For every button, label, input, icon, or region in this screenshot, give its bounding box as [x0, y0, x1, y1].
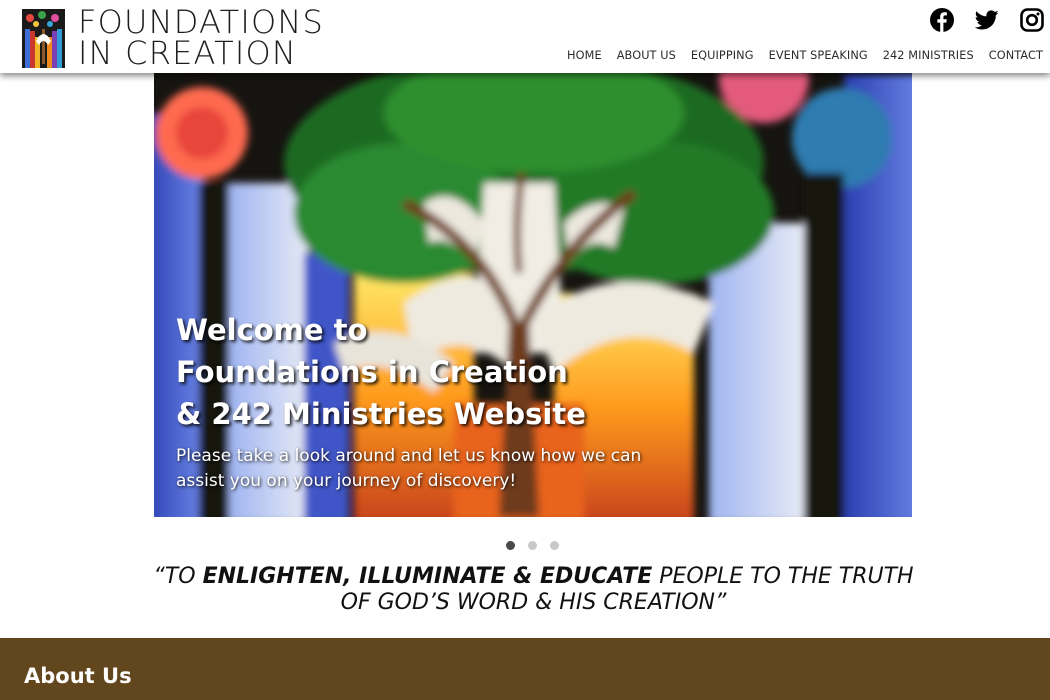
- site-header: FOUNDATIONS IN CREATION HOME ABOUT US EQ…: [0, 0, 1050, 73]
- slogan-part-2: PEOPLE TO THE TRUTH: [652, 564, 914, 589]
- nav-event-speaking[interactable]: EVENT SPEAKING: [769, 49, 868, 62]
- hero-title-line-1: Welcome to: [176, 313, 368, 347]
- twitter-icon: [975, 10, 999, 30]
- carousel-dot-2[interactable]: [528, 541, 537, 550]
- logo-line-2: IN CREATION: [78, 34, 298, 72]
- hero-title-line-3: & 242 Ministries Website: [176, 397, 586, 431]
- nav-home[interactable]: HOME: [567, 49, 602, 62]
- hero-title: Welcome to Foundations in Creation & 242…: [176, 309, 586, 435]
- logo-link[interactable]: FOUNDATIONS IN CREATION: [22, 6, 324, 72]
- carousel-indicators: [506, 541, 572, 550]
- facebook-icon: [930, 8, 954, 32]
- carousel-dot-1[interactable]: [506, 541, 515, 550]
- instagram-link[interactable]: [1020, 8, 1044, 32]
- social-links: [909, 8, 1044, 32]
- main-nav: HOME ABOUT US EQUIPPING EVENT SPEAKING 2…: [552, 49, 1043, 62]
- twitter-link[interactable]: [975, 8, 999, 32]
- nav-equipping[interactable]: EQUIPPING: [691, 49, 754, 62]
- logo-text: FOUNDATIONS IN CREATION: [78, 6, 324, 72]
- about-section: About Us: [0, 638, 1050, 700]
- hero-subtitle: Please take a look around and let us kno…: [176, 446, 642, 491]
- nav-contact[interactable]: CONTACT: [989, 49, 1043, 62]
- carousel-dot-3[interactable]: [550, 541, 559, 550]
- nav-242-ministries[interactable]: 242 MINISTRIES: [883, 49, 974, 62]
- slogan-emphasis: ENLIGHTEN, ILLUMINATE & EDUCATE: [202, 564, 653, 589]
- nav-about-us[interactable]: ABOUT US: [617, 49, 676, 62]
- slogan-line-2: OF GOD’S WORD & HIS CREATION”: [340, 590, 727, 615]
- hero-title-line-2: Foundations in Creation: [176, 355, 568, 389]
- facebook-link[interactable]: [930, 8, 954, 32]
- hero-carousel[interactable]: Welcome to Foundations in Creation & 242…: [154, 73, 912, 517]
- about-heading: About Us: [24, 664, 132, 688]
- instagram-icon: [1020, 8, 1044, 32]
- mission-statement: “TO ENLIGHTEN, ILLUMINATE & EDUCATE PEOP…: [0, 564, 1050, 616]
- logo-icon: [22, 8, 65, 68]
- slogan-part-1: “TO: [153, 564, 203, 589]
